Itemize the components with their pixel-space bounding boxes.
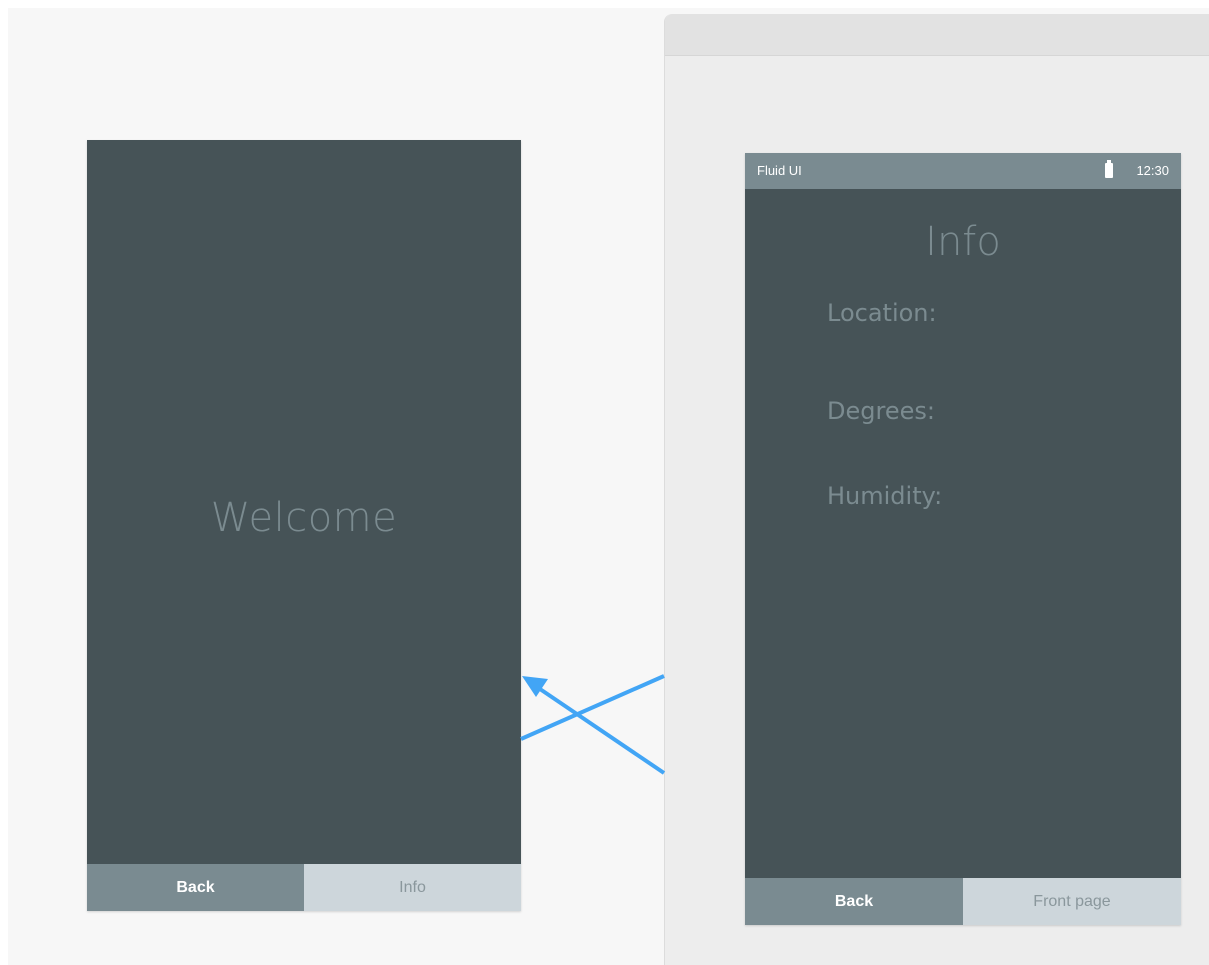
welcome-info-button[interactable]: Info [304, 864, 521, 911]
front-page-button[interactable]: Front page [963, 878, 1181, 925]
welcome-back-button[interactable]: Back [87, 864, 304, 911]
editor-panel-header[interactable] [665, 14, 1209, 56]
degrees-label: Degrees: [827, 397, 935, 425]
status-clock: 12:30 [1136, 163, 1169, 178]
info-back-button[interactable]: Back [745, 878, 963, 925]
welcome-screen[interactable]: Welcome Back Info [87, 140, 521, 911]
welcome-tab-bar: Back Info [87, 864, 521, 911]
info-screen[interactable]: Fluid UI 12:30 Info Location: Degrees: H… [745, 153, 1181, 925]
info-title: Info [925, 219, 1001, 265]
humidity-label: Humidity: [827, 482, 943, 510]
info-tab-bar: Back Front page [745, 878, 1181, 925]
battery-icon [1105, 160, 1113, 178]
status-app-name: Fluid UI [757, 163, 802, 178]
status-bar: Fluid UI 12:30 [745, 153, 1181, 189]
location-label: Location: [827, 299, 937, 327]
welcome-title: Welcome [210, 495, 398, 541]
